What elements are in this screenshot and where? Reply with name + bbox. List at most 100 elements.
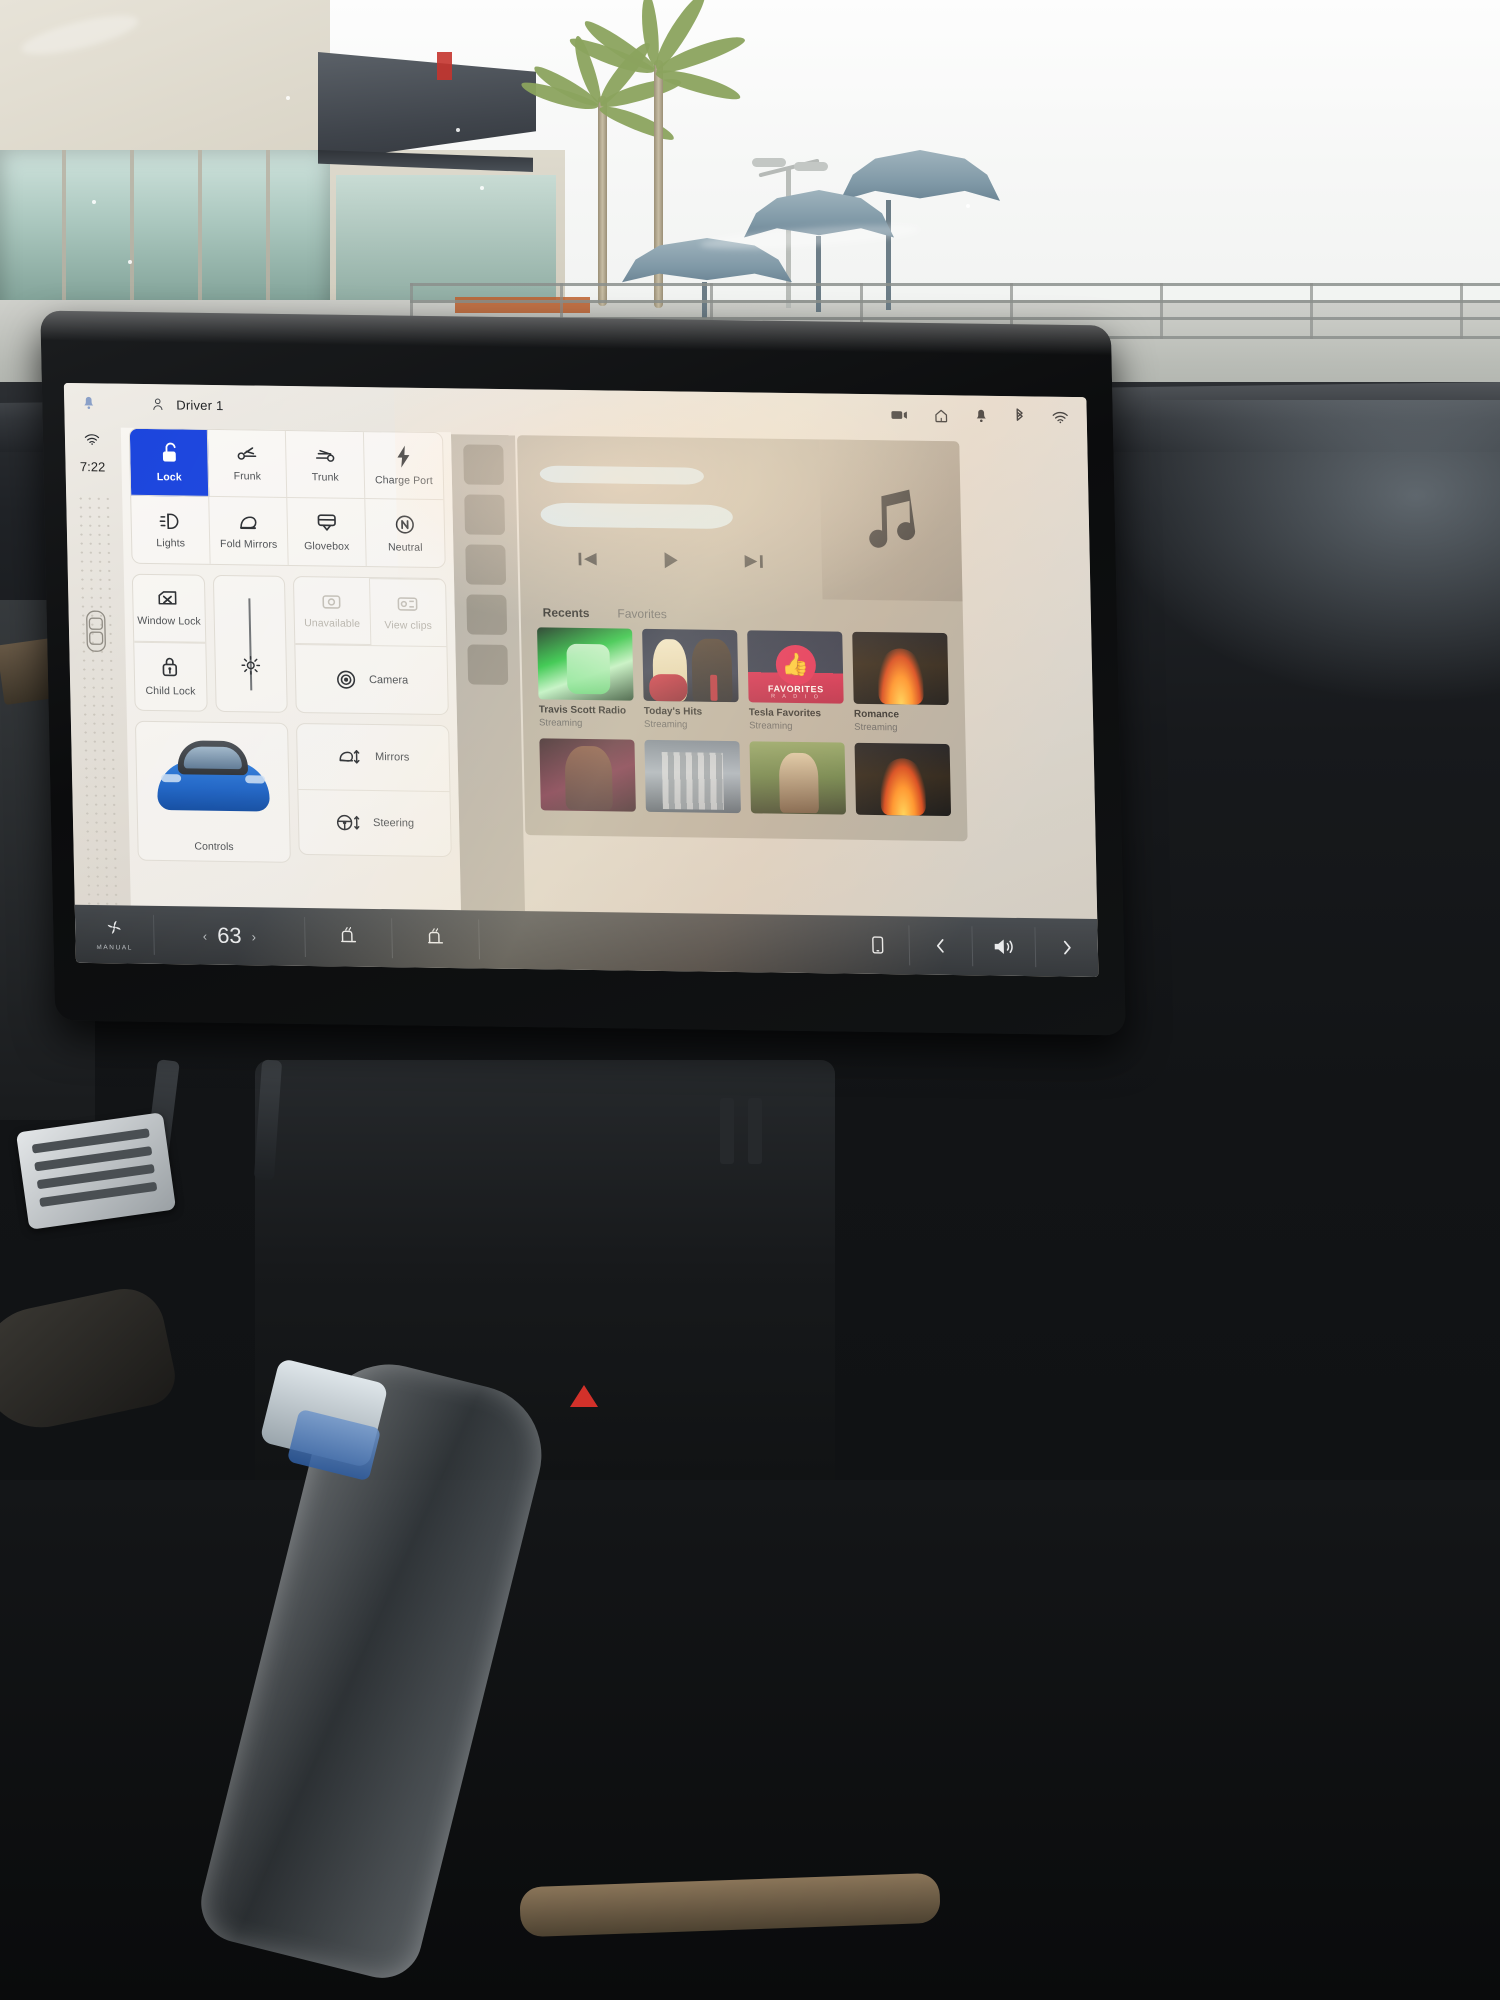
album-art bbox=[537, 627, 634, 701]
seat-heater-icon bbox=[424, 926, 447, 951]
hazard-light-indicator bbox=[570, 1385, 598, 1407]
person-icon[interactable] bbox=[151, 397, 164, 411]
media-card[interactable]: Romance Streaming bbox=[852, 631, 949, 734]
media-cards-row-1[interactable]: Travis Scott Radio Streaming Today's Hit… bbox=[521, 625, 965, 734]
photo-scene: Driver 1 7:22 Lock Frunk Trunk Charge Li… bbox=[0, 0, 1500, 2000]
control-label: Child Lock bbox=[145, 684, 196, 698]
favorites-badge-top: FAVORITES bbox=[767, 683, 824, 694]
glovebox-icon bbox=[314, 512, 338, 534]
fan-mode-button[interactable]: MANUAL bbox=[74, 913, 155, 955]
driver-profile-label[interactable]: Driver 1 bbox=[176, 397, 223, 413]
album-art bbox=[539, 737, 636, 812]
album-art: 👍 FAVORITES R A D I O bbox=[747, 630, 844, 704]
media-card-title: Tesla Favorites bbox=[748, 707, 822, 720]
seat-heater-left-button[interactable] bbox=[305, 916, 393, 959]
media-card[interactable]: 👍 FAVORITES R A D I O Tesla Favorites St… bbox=[747, 630, 844, 732]
trunk-icon bbox=[312, 445, 338, 465]
vehicle-card-label: Controls bbox=[194, 840, 234, 854]
climate-bar[interactable]: MANUAL ‹ 63 › bbox=[74, 904, 1099, 978]
volume-prev-button[interactable] bbox=[909, 925, 974, 967]
media-card[interactable] bbox=[539, 737, 636, 812]
control-child-lock[interactable]: Child Lock bbox=[134, 641, 207, 710]
media-card-title: Romance bbox=[853, 708, 900, 721]
control-label: Camera bbox=[368, 673, 409, 687]
control-label: Fold Mirrors bbox=[219, 537, 278, 551]
red-sign bbox=[437, 52, 452, 80]
controls-tertiary-group: Controls Mirrors Steering bbox=[134, 720, 452, 865]
media-card[interactable] bbox=[644, 739, 741, 813]
frunk-icon bbox=[234, 444, 260, 464]
control-camera[interactable]: Camera bbox=[295, 643, 448, 715]
control-label: Lights bbox=[156, 536, 186, 550]
album-art bbox=[749, 740, 847, 815]
media-card-subtitle: Streaming bbox=[538, 716, 583, 729]
favorites-badge-bottom: R A D I O bbox=[771, 693, 822, 701]
control-sentry-unavailable: Unavailable bbox=[293, 577, 371, 646]
brightness-slider[interactable] bbox=[212, 574, 288, 713]
sentry-camera-icon bbox=[319, 591, 343, 611]
album-art bbox=[852, 631, 949, 706]
control-mirrors[interactable]: Mirrors bbox=[297, 724, 449, 791]
vehicle-card[interactable]: Controls bbox=[134, 720, 291, 863]
media-card[interactable] bbox=[749, 740, 847, 815]
brake-pedal[interactable] bbox=[15, 1112, 177, 1230]
album-art bbox=[642, 628, 739, 703]
fan-icon bbox=[104, 917, 125, 942]
media-card-subtitle: Streaming bbox=[749, 719, 793, 732]
notification-bell-icon[interactable] bbox=[975, 408, 988, 423]
album-art bbox=[644, 739, 741, 813]
control-label: Trunk bbox=[311, 471, 339, 484]
control-lock[interactable]: Lock bbox=[129, 428, 210, 497]
volume-next-button[interactable] bbox=[1035, 927, 1098, 968]
temp-increase-button[interactable]: › bbox=[252, 929, 257, 944]
child-lock-icon bbox=[160, 655, 181, 679]
wifi-icon[interactable] bbox=[1052, 410, 1069, 423]
phone-button[interactable] bbox=[846, 924, 911, 966]
wifi-icon[interactable] bbox=[84, 433, 100, 445]
fan-mode-label: MANUAL bbox=[96, 944, 134, 952]
control-window-lock[interactable]: Window Lock bbox=[132, 574, 205, 643]
media-card-subtitle: Streaming bbox=[643, 718, 688, 730]
control-label: Window Lock bbox=[137, 614, 201, 628]
brightness-sun-icon bbox=[239, 654, 262, 681]
temp-decrease-button[interactable]: ‹ bbox=[203, 928, 208, 943]
temperature-value: 63 bbox=[216, 922, 242, 949]
media-cards-row-2[interactable] bbox=[523, 736, 967, 816]
mirror-adjust-icon bbox=[337, 747, 363, 767]
steering-wheel-icon bbox=[335, 811, 361, 833]
seat-heater-right-button[interactable] bbox=[392, 918, 480, 960]
window-lock-icon bbox=[156, 589, 180, 609]
control-label: Frunk bbox=[233, 470, 262, 483]
tesla-touchscreen[interactable]: Driver 1 7:22 Lock Frunk Trunk Charge Li… bbox=[63, 382, 1099, 978]
lock-sub-group: Window Lock Child Lock bbox=[131, 573, 208, 712]
control-steering[interactable]: Steering bbox=[298, 788, 451, 857]
clock-time: 7:22 bbox=[79, 459, 106, 475]
temperature-control[interactable]: ‹ 63 › bbox=[153, 914, 306, 957]
control-trunk[interactable]: Trunk bbox=[285, 430, 366, 500]
unlock-icon bbox=[158, 441, 181, 465]
bell-icon[interactable] bbox=[82, 396, 95, 410]
climate-right-group[interactable] bbox=[846, 924, 1098, 968]
bluetooth-icon[interactable] bbox=[1014, 408, 1026, 424]
control-lights[interactable]: Lights bbox=[131, 495, 211, 564]
camera-icon bbox=[335, 668, 357, 690]
control-frunk[interactable]: Frunk bbox=[207, 429, 288, 498]
control-label: Glovebox bbox=[304, 539, 350, 553]
album-art bbox=[854, 742, 952, 816]
media-card[interactable]: Travis Scott Radio Streaming bbox=[537, 627, 634, 729]
adjust-group: Mirrors Steering bbox=[295, 722, 452, 858]
mirror-icon bbox=[235, 512, 261, 532]
control-fold-mirrors[interactable]: Fold Mirrors bbox=[209, 496, 289, 565]
control-label: Mirrors bbox=[374, 751, 410, 764]
media-card[interactable]: Today's Hits Streaming bbox=[642, 628, 739, 731]
control-label: Unavailable bbox=[304, 617, 361, 630]
media-card[interactable] bbox=[854, 742, 952, 816]
seat-heater-icon bbox=[337, 925, 360, 950]
control-glovebox[interactable]: Glovebox bbox=[287, 497, 367, 567]
media-card-title: Travis Scott Radio bbox=[538, 704, 627, 717]
car-top-view-icon[interactable] bbox=[85, 609, 108, 653]
media-card-subtitle: Streaming bbox=[854, 721, 898, 733]
control-label: Lock bbox=[156, 471, 182, 484]
volume-button[interactable] bbox=[972, 926, 1037, 968]
media-card-title: Today's Hits bbox=[643, 705, 703, 718]
